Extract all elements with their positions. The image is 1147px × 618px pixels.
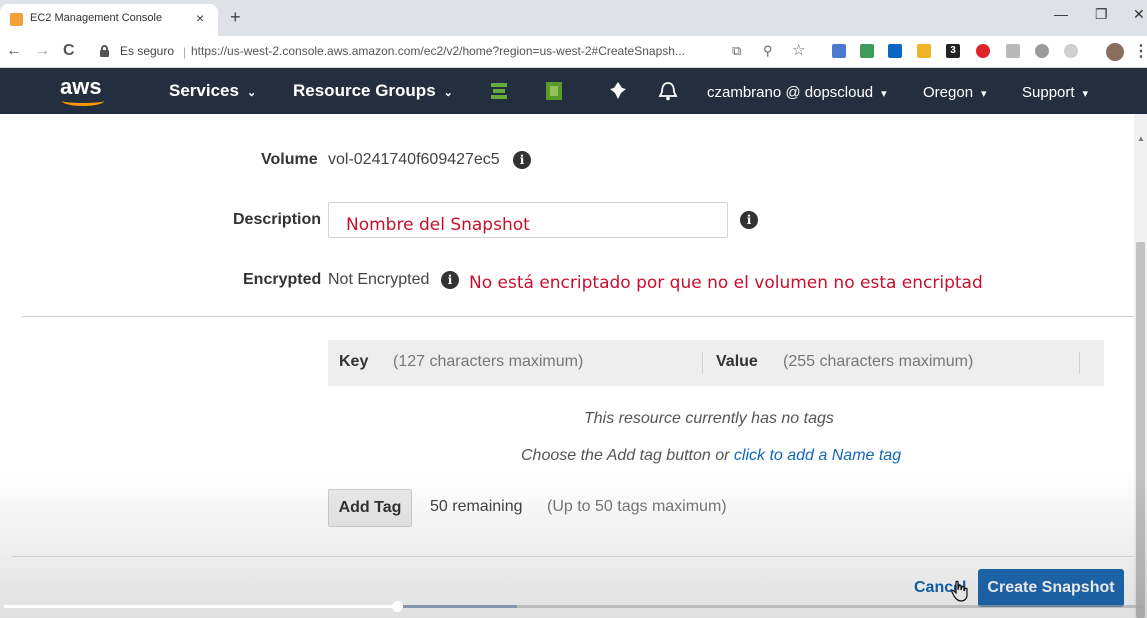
lock-icon [100,45,109,57]
window-close-button[interactable]: ✕ [1133,6,1145,23]
description-label: Description [233,211,322,228]
services-menu[interactable]: Services ⌄ [169,81,256,101]
aws-navbar: aws Services ⌄ Resource Groups ⌄ czambrano… [0,68,1147,114]
scrollbar-thumb[interactable] [1136,242,1145,618]
info-icon[interactable]: i [441,271,459,289]
extension-badge-icon[interactable]: 3 [946,44,960,58]
browser-tab[interactable]: EC2 Management Console × [0,4,218,36]
elastic-beanstalk-icon[interactable] [488,80,510,102]
url-text[interactable]: https://us-west-2.console.aws.amazon.com… [191,44,685,58]
volume-label: Volume [261,151,318,168]
section-divider [22,316,1134,317]
video-scrubber-knob[interactable] [391,601,403,612]
extension-icon[interactable] [917,44,931,58]
aws-smile-icon [62,96,104,106]
video-played-bar [4,605,397,608]
browser-toolbar: ← → C Es seguro | https://us-west-2.cons… [0,36,1147,68]
column-divider [1079,352,1080,374]
services-label: Services [169,81,239,100]
resource-groups-label: Resource Groups [293,81,436,100]
aws-favicon-icon [10,13,23,26]
account-label: czambrano @ dopscloud [707,84,874,101]
key-column-hint: (127 characters maximum) [393,353,584,370]
encrypted-annotation: No está encriptado por que no el volumen… [469,273,983,293]
hand-cursor-icon [951,580,968,602]
info-icon[interactable]: i [740,211,758,229]
footer-divider [12,556,1134,557]
extension-icon[interactable] [1035,44,1049,58]
zoom-icon[interactable]: ⚲ [763,43,773,59]
minimize-button[interactable]: — [1054,6,1068,22]
forward-icon[interactable]: → [34,42,50,60]
chrome-menu-icon[interactable]: ⋮ [1133,41,1147,61]
opera-icon[interactable] [976,44,990,58]
add-tag-button[interactable]: Add Tag [328,489,412,527]
value-column-hint: (255 characters maximum) [783,353,974,370]
resource-groups-menu[interactable]: Resource Groups ⌄ [293,81,453,101]
add-tag-hint: Choose the Add tag button or click to ad… [521,447,901,465]
no-tags-message: This resource currently has no tags [584,410,834,427]
region-label: Oregon [923,84,974,101]
new-tab-button[interactable]: + [230,7,241,28]
chevron-down-icon: ⌄ [246,87,257,99]
extension-icon[interactable] [1064,44,1078,58]
extension-icon[interactable] [1006,44,1020,58]
caret-down-icon: ▾ [981,88,987,100]
translate-icon[interactable]: ⧉ [732,43,741,59]
caret-down-icon: ▾ [1082,88,1089,100]
create-snapshot-button[interactable]: Create Snapshot [978,569,1124,607]
support-menu[interactable]: Support ▾ [1022,84,1088,101]
aws-logo[interactable]: aws [60,74,110,108]
extension-icon[interactable] [860,44,874,58]
omnibox-separator: | [183,45,187,59]
key-column-label: Key [339,353,369,370]
value-column-label: Value [716,353,758,370]
ec2-icon[interactable] [543,79,565,103]
address-bar[interactable]: Es seguro | https://us-west-2.console.aw… [90,40,850,64]
page-scrollbar[interactable]: ▲ [1134,114,1147,618]
volume-value: vol-0241740f609427ec5 [328,151,500,168]
support-label: Support [1022,84,1075,101]
column-divider [702,352,703,374]
create-snapshot-form: Volume vol-0241740f609427ec5 i Descripti… [0,114,1134,618]
info-icon[interactable]: i [513,151,531,169]
account-menu[interactable]: czambrano @ dopscloud ▾ [707,84,887,101]
bell-icon[interactable] [657,80,679,102]
restore-button[interactable]: ❐ [1095,6,1108,23]
tab-title: EC2 Management Console [30,12,163,24]
add-name-tag-link[interactable]: click to add a Name tag [734,447,901,464]
profile-avatar[interactable] [1106,43,1124,61]
tab-close-icon[interactable]: × [196,10,204,26]
browser-tab-strip: EC2 Management Console × + — ❐ ✕ [0,0,1147,36]
bookmark-star-icon[interactable]: ☆ [792,41,805,59]
pin-icon[interactable] [608,80,628,102]
description-annotation: Nombre del Snapshot [346,215,530,235]
caret-down-icon: ▾ [881,88,887,100]
tags-table-header: Key (127 characters maximum) Value (255 … [328,340,1104,386]
extension-icon[interactable] [832,44,846,58]
encrypted-label: Encrypted [243,271,322,288]
encrypted-value: Not Encrypted [328,271,430,288]
tags-limit-note: (Up to 50 tags maximum) [547,498,727,515]
reload-icon[interactable]: C [63,42,75,60]
video-progress-bar[interactable] [4,601,1143,612]
chevron-down-icon: ⌄ [443,87,453,99]
tags-remaining: 50 remaining [430,498,523,515]
scroll-up-arrow-icon[interactable]: ▲ [1137,134,1145,143]
secure-label: Es seguro [120,44,175,58]
linkedin-icon[interactable] [888,44,902,58]
region-menu[interactable]: Oregon ▾ [923,84,987,101]
back-icon[interactable]: ← [6,42,22,60]
add-tag-hint-prefix: Choose the Add tag button or [521,447,730,464]
